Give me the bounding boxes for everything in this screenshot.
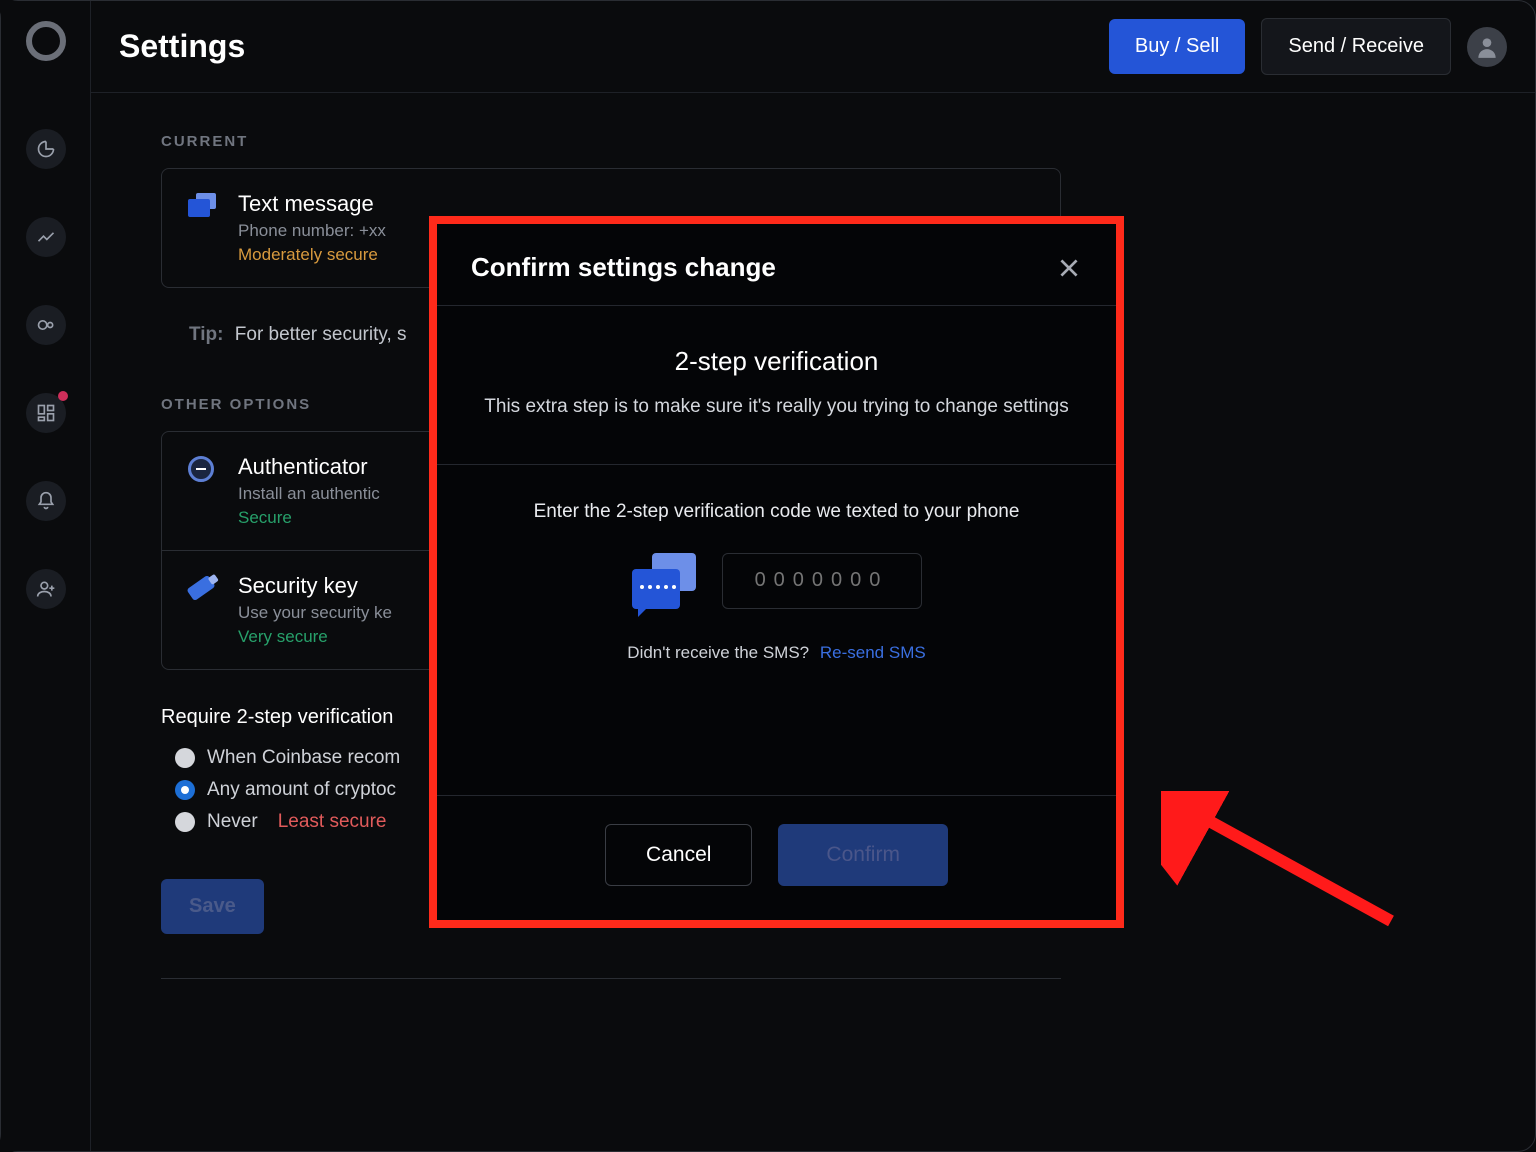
confirm-settings-modal: Confirm settings change 2-step verificat… <box>437 224 1116 920</box>
modal-instruction: Enter the 2-step verification code we te… <box>473 501 1080 523</box>
person-add-icon <box>36 579 56 599</box>
nav-invite[interactable] <box>26 569 66 609</box>
explore-icon <box>36 315 56 335</box>
usb-key-icon <box>188 575 216 603</box>
tip-text: For better security, s <box>235 324 407 345</box>
radio-icon <box>175 780 195 800</box>
pie-icon <box>36 139 56 159</box>
coinbase-logo-icon <box>26 21 66 61</box>
trend-icon <box>36 227 56 247</box>
modal-description: This extra step is to make sure it's rea… <box>473 393 1080 422</box>
page-title: Settings <box>119 28 1093 65</box>
verification-code-input[interactable] <box>722 553 922 609</box>
buy-sell-button[interactable]: Buy / Sell <box>1109 19 1245 74</box>
person-icon <box>1474 34 1500 60</box>
sms-icon <box>188 193 216 221</box>
nav-portfolio[interactable] <box>26 129 66 169</box>
save-button[interactable]: Save <box>161 879 264 934</box>
bell-icon <box>36 491 56 511</box>
header-bar: Settings Buy / Sell Send / Receive <box>91 1 1535 93</box>
option-label: Never <box>207 811 258 833</box>
option-label: Any amount of cryptoc <box>207 779 396 801</box>
least-secure-badge: Least secure <box>278 811 387 833</box>
resend-sms-link[interactable]: Re-send SMS <box>820 643 926 662</box>
grid-icon <box>36 403 56 423</box>
nav-explore[interactable] <box>26 305 66 345</box>
nav-dashboard[interactable] <box>26 393 66 433</box>
modal-close-button[interactable] <box>1056 255 1082 281</box>
confirm-button[interactable]: Confirm <box>778 824 948 886</box>
cancel-button[interactable]: Cancel <box>605 824 752 886</box>
profile-avatar[interactable] <box>1467 27 1507 67</box>
radio-icon <box>175 812 195 832</box>
method-title: Text message <box>238 191 1034 217</box>
sms-icon <box>632 553 696 609</box>
resend-line: Didn't receive the SMS? Re-send SMS <box>473 643 1080 663</box>
current-section-label: CURRENT <box>161 133 1465 150</box>
no-sms-text: Didn't receive the SMS? <box>627 643 809 662</box>
notification-dot-icon <box>58 391 68 401</box>
modal-title: Confirm settings change <box>471 252 776 283</box>
modal-heading: 2-step verification <box>473 346 1080 377</box>
left-nav-rail <box>1 1 91 1151</box>
authenticator-icon <box>188 456 216 484</box>
send-receive-button[interactable]: Send / Receive <box>1261 18 1451 75</box>
nav-notifications[interactable] <box>26 481 66 521</box>
nav-trade[interactable] <box>26 217 66 257</box>
divider <box>161 978 1061 979</box>
tip-label: Tip: <box>189 324 223 345</box>
close-icon <box>1056 255 1082 281</box>
option-label: When Coinbase recom <box>207 747 400 769</box>
radio-icon <box>175 748 195 768</box>
